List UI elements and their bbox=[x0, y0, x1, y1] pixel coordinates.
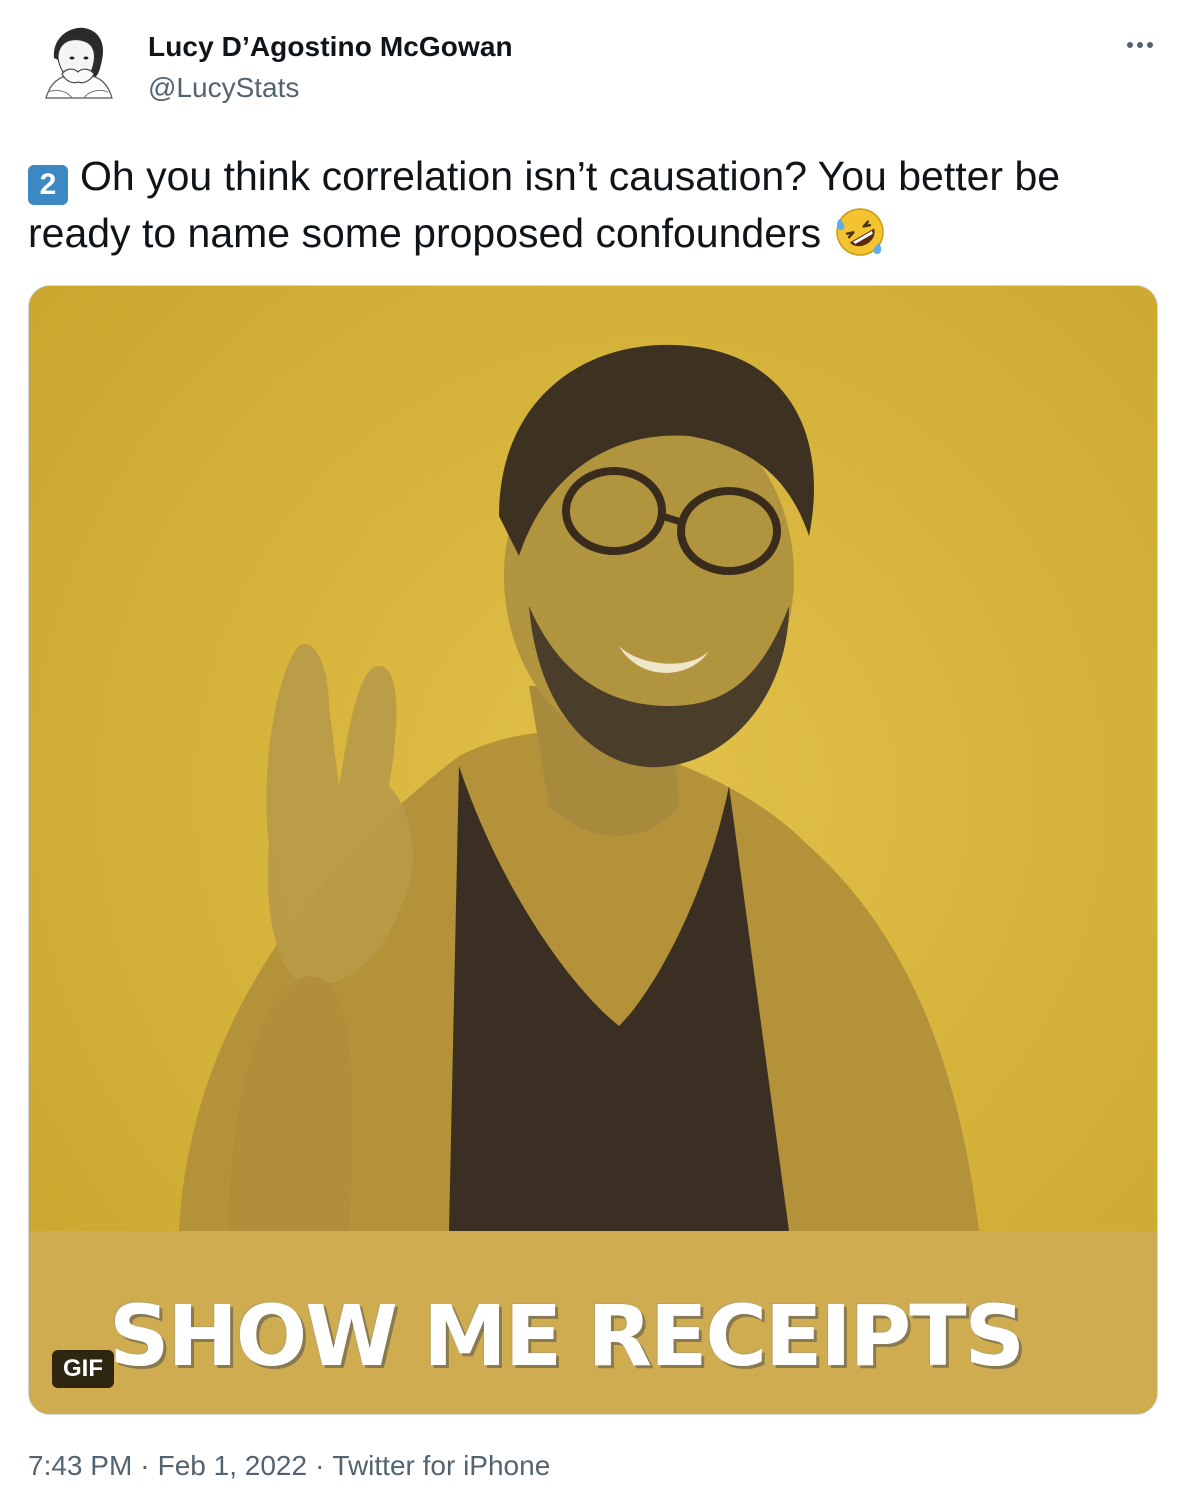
tweet-text: 2 Oh you think correlation isn’t causatio… bbox=[28, 148, 1168, 262]
meta-separator: · bbox=[315, 1450, 325, 1481]
author-block: Lucy D’Agostino McGowan @LucyStats bbox=[148, 30, 513, 106]
tweet: Lucy D’Agostino McGowan @LucyStats 2 Oh y… bbox=[0, 0, 1188, 1488]
avatar[interactable] bbox=[28, 18, 128, 118]
keycap-number-emoji: 2 bbox=[28, 164, 68, 205]
gif-media[interactable]: SHOW ME RECEIPTS GIF bbox=[28, 285, 1158, 1415]
more-dot bbox=[1127, 42, 1133, 48]
tweet-body: Oh you think correlation isn’t causation… bbox=[28, 153, 1061, 256]
author-handle[interactable]: @LucyStats bbox=[148, 70, 513, 106]
gif-caption-text: SHOW ME RECEIPTS bbox=[109, 1287, 1025, 1385]
meta-separator: · bbox=[140, 1450, 150, 1481]
rolling-on-floor-laughing-emoji-icon bbox=[836, 208, 884, 256]
sketch-portrait-avatar-icon bbox=[28, 18, 128, 118]
author-display-name[interactable]: Lucy D’Agostino McGowan bbox=[148, 30, 513, 64]
more-options-button[interactable] bbox=[1118, 30, 1162, 60]
tweet-meta: 7:43 PM · Feb 1, 2022 · Twitter for iPhone bbox=[28, 1448, 550, 1484]
tweet-source: Twitter for iPhone bbox=[332, 1450, 551, 1481]
more-dot bbox=[1147, 42, 1153, 48]
more-dot bbox=[1137, 42, 1143, 48]
tweet-date-link[interactable]: Feb 1, 2022 bbox=[158, 1450, 307, 1481]
tweet-time-link[interactable]: 7:43 PM bbox=[28, 1450, 132, 1481]
gif-badge: GIF bbox=[52, 1350, 114, 1388]
